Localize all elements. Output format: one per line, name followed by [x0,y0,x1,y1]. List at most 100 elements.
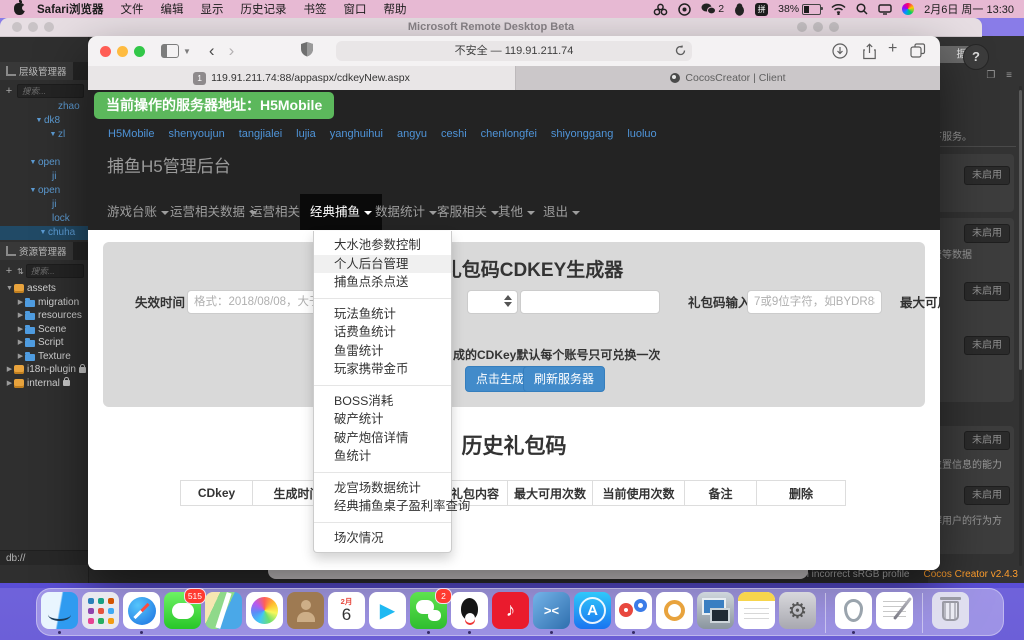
hierarchy-node[interactable] [0,142,88,156]
server-link[interactable]: shiyonggang [551,128,613,140]
dnd-icon[interactable] [678,3,691,16]
dock-app-icon[interactable]: A [574,592,611,629]
add-node-button[interactable]: + [4,85,14,97]
close-button[interactable] [12,22,22,32]
dock-app-icon[interactable]: ⚙ [779,592,816,629]
dropdown-menu-item[interactable]: 个人后台管理 [314,255,451,274]
minimize-button[interactable] [28,22,38,32]
menubar-clock[interactable]: 2月6日 周一 13:30 [924,1,1014,17]
server-link[interactable]: yanghuihui [330,128,383,140]
new-tab-icon[interactable]: + [888,40,897,58]
dock-app-icon[interactable]: 2月 6 [328,592,365,629]
content-input[interactable] [520,290,660,314]
caret-icon[interactable]: ▼ [34,114,44,128]
dropdown-menu-item[interactable]: 破产炮倍详情 [314,429,451,448]
caret-icon[interactable]: ▶ [16,350,25,364]
dock-app-icon[interactable] [932,592,969,629]
sort-icon[interactable]: ⇅ [17,267,23,276]
dock-app[interactable] [825,593,826,633]
expire-input[interactable] [187,290,332,314]
dropdown-menu-item[interactable]: 捕鱼点杀点送 [314,273,451,292]
dock-app[interactable] [41,592,78,634]
dock-app-icon[interactable] [82,592,119,629]
apple-icon[interactable] [14,3,25,15]
dock-app[interactable] [835,592,872,634]
caret-icon[interactable] [48,100,58,114]
panel-menu-icons[interactable]: ❐ ≡ [986,70,1016,81]
asset-node[interactable]: ▶ Texture [0,350,88,364]
dropdown-menu-item[interactable] [314,298,451,299]
caret-icon[interactable]: ▶ [5,363,14,377]
dock-app-icon[interactable] [697,592,734,629]
dock-app-icon[interactable] [615,592,652,629]
service-disabled-button[interactable]: 未启用 [964,431,1010,450]
menubar-item[interactable]: 书签 [303,1,326,17]
server-link[interactable]: angyu [397,128,427,140]
dock-app-icon[interactable] [738,592,775,629]
dock-app[interactable] [922,593,923,633]
caret-icon[interactable] [42,198,52,212]
add-asset-button[interactable]: + [4,265,14,277]
nav-item[interactable]: 退出 [533,194,590,230]
menubar-item[interactable]: 帮助 [383,1,406,17]
cluster-icon[interactable] [653,3,668,16]
privacy-shield-icon[interactable] [300,41,314,62]
search-icon[interactable] [856,3,868,15]
minimize-button[interactable] [813,22,823,32]
dock-app-icon[interactable] [287,592,324,629]
menubar-item[interactable]: 历史记录 [240,1,286,17]
dropdown-menu-item[interactable] [314,472,451,473]
server-link[interactable]: luoluo [627,128,656,140]
forward-button[interactable]: › [229,36,235,66]
dock-app-icon[interactable] [656,592,693,629]
dock-app[interactable]: A [574,592,611,634]
service-disabled-button[interactable]: 未启用 [964,336,1010,355]
dock-app-icon[interactable] [41,592,78,629]
server-link[interactable]: ceshi [441,128,467,140]
dock-app-icon[interactable] [246,592,283,629]
asset-node[interactable]: ▶ Scene [0,323,88,337]
dock-app[interactable] [246,592,283,634]
code-input[interactable] [747,290,882,314]
tab-overview-icon[interactable] [910,43,926,63]
dock-app[interactable]: 515 [164,592,201,634]
reload-icon[interactable] [674,44,687,64]
caret-icon[interactable]: ▶ [5,377,14,391]
dock-app-icon[interactable] [123,592,160,629]
zoom-button[interactable] [44,22,54,32]
dock-app[interactable] [451,592,488,634]
hierarchy-node[interactable]: ▼ chuha [0,226,88,240]
remote-desktop-titlebar[interactable]: Microsoft Remote Desktop Beta [0,18,982,37]
dock-app[interactable] [697,592,734,634]
asset-node[interactable]: ▶ internal [0,377,88,391]
dropdown-menu-item[interactable]: 破产统计 [314,410,451,429]
server-link[interactable]: tangjialei [239,128,282,140]
menubar-item[interactable]: 文件 [120,1,143,17]
dock-app[interactable]: >< [533,592,570,634]
dock-app-icon[interactable]: >< [533,592,570,629]
dock-app[interactable]: 2 [410,592,447,634]
caret-icon[interactable]: ▼ [28,156,38,170]
dock-app-icon[interactable]: 515 [164,592,201,629]
siri-icon[interactable] [902,3,914,15]
hierarchy-node[interactable]: ▼ dk8 [0,114,88,128]
caret-icon[interactable]: ▶ [16,323,25,337]
asset-node[interactable]: ▶ Script [0,336,88,350]
close-button[interactable] [100,46,111,57]
service-disabled-button[interactable]: 未启用 [964,224,1010,243]
dock-app-icon[interactable]: ♪ [492,592,529,629]
dropdown-menu-item[interactable]: 鱼统计 [314,447,451,466]
dropdown-menu-item[interactable]: BOSS消耗 [314,392,451,411]
dock-app-icon[interactable]: 2 [410,592,447,629]
hierarchy-node[interactable]: ji [0,170,88,184]
menubar-item[interactable]: 编辑 [160,1,183,17]
dock-app[interactable] [123,592,160,634]
chevron-down-icon[interactable]: ▼ [183,47,191,56]
wifi-icon[interactable] [831,4,846,15]
back-button[interactable]: ‹ [209,36,215,66]
dock-app[interactable] [287,592,324,634]
tab-hierarchy[interactable]: 层级管理器 [0,62,73,80]
asset-node[interactable]: ▶ i18n-plugin [0,363,88,377]
refresh-server-button[interactable]: 刷新服务器 [523,366,605,392]
dock-app[interactable] [932,592,969,634]
